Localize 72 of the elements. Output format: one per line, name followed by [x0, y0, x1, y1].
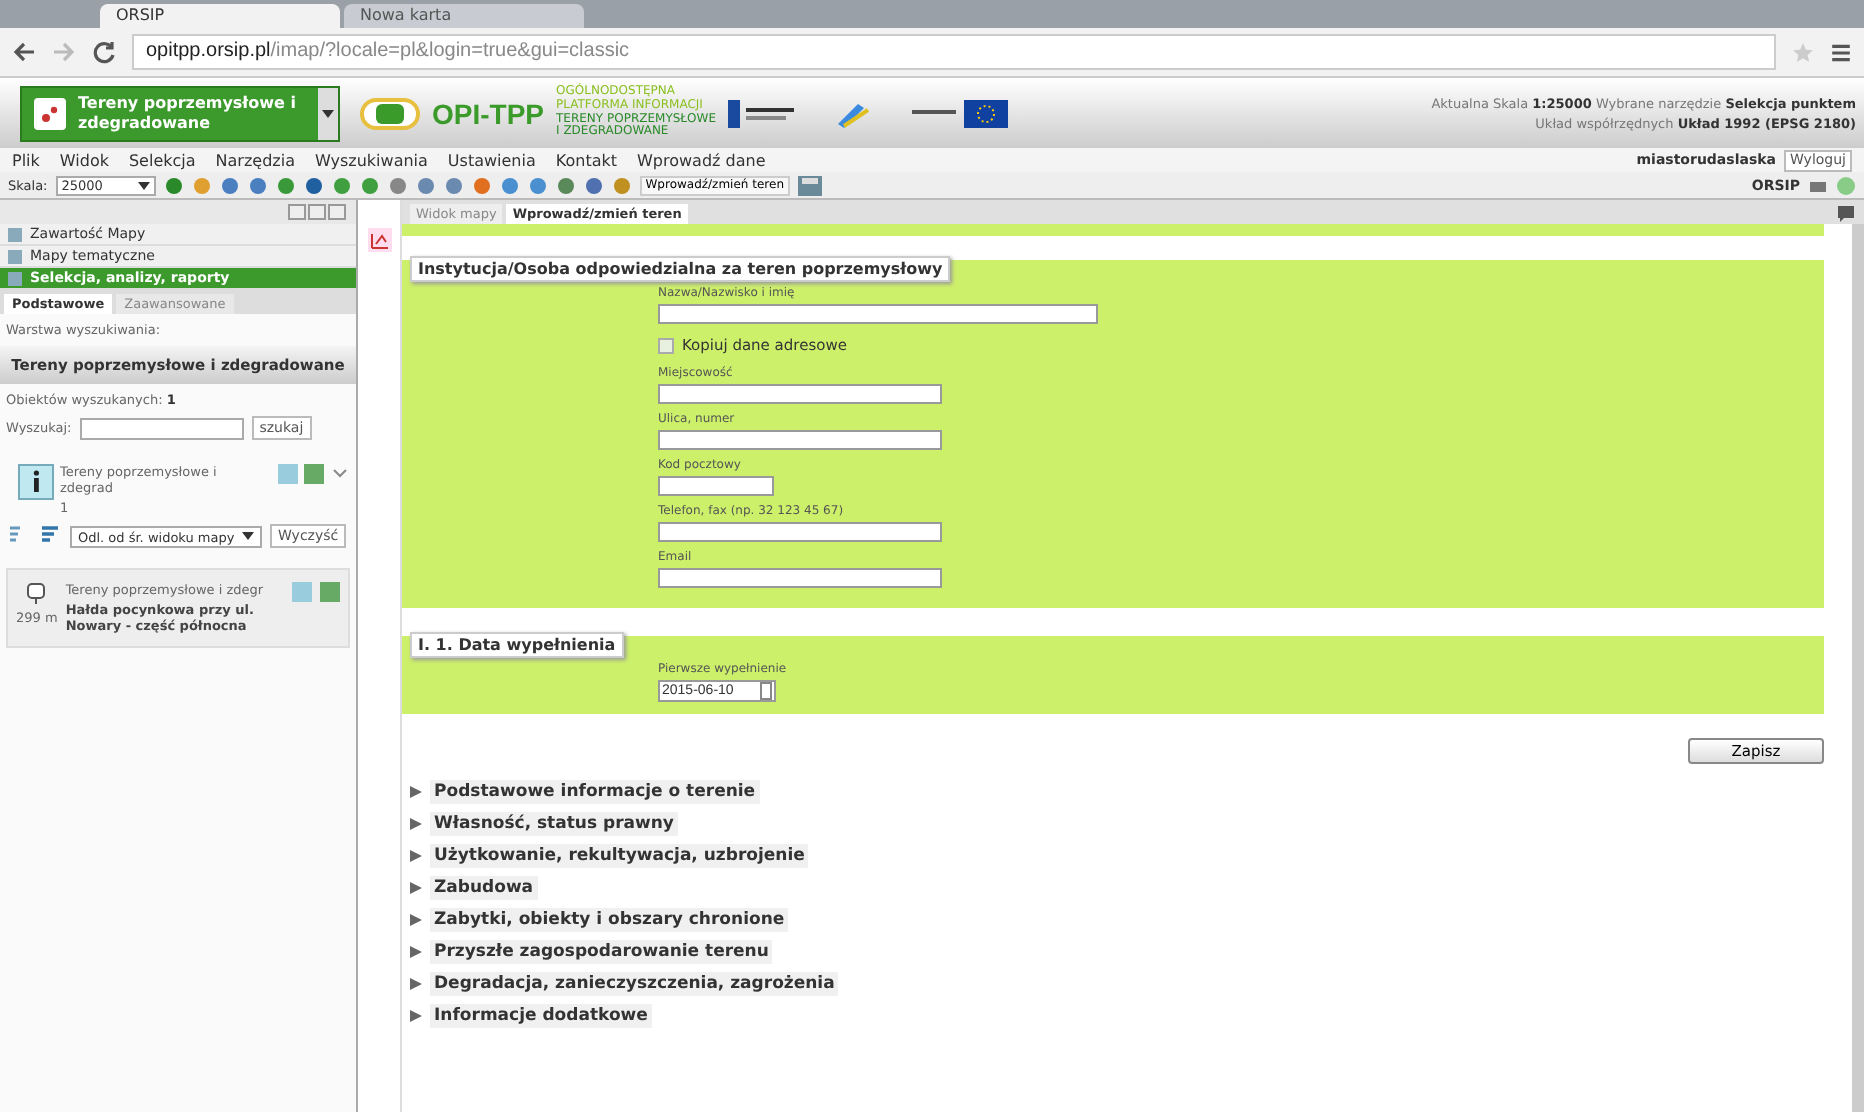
expand-icon[interactable] [410, 818, 422, 830]
menu-icon[interactable] [1830, 41, 1852, 63]
browser-tab[interactable]: ORSIP [100, 4, 340, 28]
browser-tab[interactable]: Nowa karta [344, 4, 584, 28]
toolbar-icon[interactable] [471, 175, 492, 195]
toolbar-icon[interactable] [527, 175, 548, 195]
sort-icon[interactable] [38, 524, 62, 548]
star-icon[interactable] [1792, 41, 1814, 63]
input-field[interactable] [658, 568, 942, 588]
menu-item[interactable]: Plik [12, 151, 40, 169]
toolbar-icon[interactable] [387, 175, 408, 195]
accordion-header[interactable]: Użytkowanie, rekultywacja, uzbrojenie [430, 844, 809, 868]
toolbar-icon[interactable] [163, 175, 184, 195]
expand-icon[interactable] [410, 850, 422, 862]
input-field[interactable] [658, 522, 942, 542]
dropdown-icon [137, 181, 150, 189]
expand-icon[interactable] [410, 946, 422, 958]
accordion-header[interactable]: Zabudowa [430, 876, 538, 900]
accordion-header[interactable]: Zabytki, obiekty i obszary chronione [430, 908, 789, 932]
dropdown-icon[interactable] [322, 109, 334, 117]
reload-icon[interactable] [92, 40, 116, 64]
toolbar-icon[interactable] [611, 175, 632, 195]
toolbar-icon[interactable] [583, 175, 604, 195]
toolbar-icon[interactable] [303, 175, 324, 195]
menu-item[interactable]: Widok [59, 151, 109, 169]
address-field[interactable]: opitpp.orsip.pl/imap/?locale=pl&login=true&gui=classic [132, 34, 1776, 70]
menu-item[interactable]: Wyszukiwania [314, 151, 428, 169]
toolbar-icon[interactable] [555, 175, 576, 195]
expand-icon[interactable] [410, 914, 422, 926]
info-icon[interactable] [18, 464, 54, 500]
toolbar-icon[interactable] [443, 175, 464, 195]
section-title: I. 1. Data wypełnienia [410, 632, 624, 658]
checkbox[interactable] [658, 337, 674, 353]
map-pin-icon [34, 97, 66, 129]
chart-icon[interactable] [367, 228, 391, 252]
layer-selector[interactable]: Tereny poprzemysłowe i zdegradowane [20, 85, 340, 141]
panel-controls-icon[interactable] [288, 204, 348, 220]
toolbar-icon[interactable] [359, 175, 380, 195]
toolbar-icon[interactable] [499, 175, 520, 195]
comment-icon[interactable] [1836, 204, 1856, 224]
brand-name: OPI-TPP [432, 97, 545, 129]
accordion-header[interactable]: Informacje dodatkowe [430, 1004, 652, 1028]
menu-item[interactable]: Ustawienia [447, 151, 536, 169]
accordion-header[interactable]: Przyszłe zagospodarowanie terenu [430, 940, 773, 964]
toolbar-icon[interactable] [275, 175, 296, 195]
input-field[interactable] [658, 430, 942, 450]
expand-icon[interactable] [410, 978, 422, 990]
toolbar-icon[interactable] [247, 175, 268, 195]
expand-icon[interactable] [410, 1010, 422, 1022]
input-field[interactable] [658, 476, 774, 496]
input-field[interactable] [658, 384, 942, 404]
section-title: Instytucja/Osoba odpowiedzialna za teren poprzemysłowy [410, 256, 951, 282]
logo-icon [360, 97, 420, 129]
search-field[interactable] [79, 417, 244, 439]
expand-icon[interactable] [410, 786, 422, 798]
menu-item[interactable]: Selekcja [128, 151, 196, 169]
dropdown-icon [242, 532, 254, 540]
menu-item[interactable]: Narzędzia [215, 151, 295, 169]
toolbar-icon[interactable] [331, 175, 352, 195]
expand-icon[interactable] [410, 882, 422, 894]
accordion-header[interactable]: Własność, status prawny [430, 812, 678, 836]
input-field[interactable] [658, 304, 1098, 324]
accordion-header[interactable]: Degradacja, zanieczyszczenia, zagrożenia [430, 972, 839, 996]
marker-icon [26, 582, 47, 606]
menu-item[interactable]: Wprowadź dane [637, 151, 766, 169]
forward-icon[interactable] [52, 40, 76, 64]
save-icon[interactable] [798, 175, 822, 195]
accordion-header[interactable]: Podstawowe informacje o terenie [430, 780, 760, 804]
toolbar-icon[interactable] [219, 175, 240, 195]
menu-item[interactable]: Kontakt [555, 151, 617, 169]
toolbar-icon[interactable] [415, 175, 436, 195]
back-icon[interactable] [12, 40, 36, 64]
